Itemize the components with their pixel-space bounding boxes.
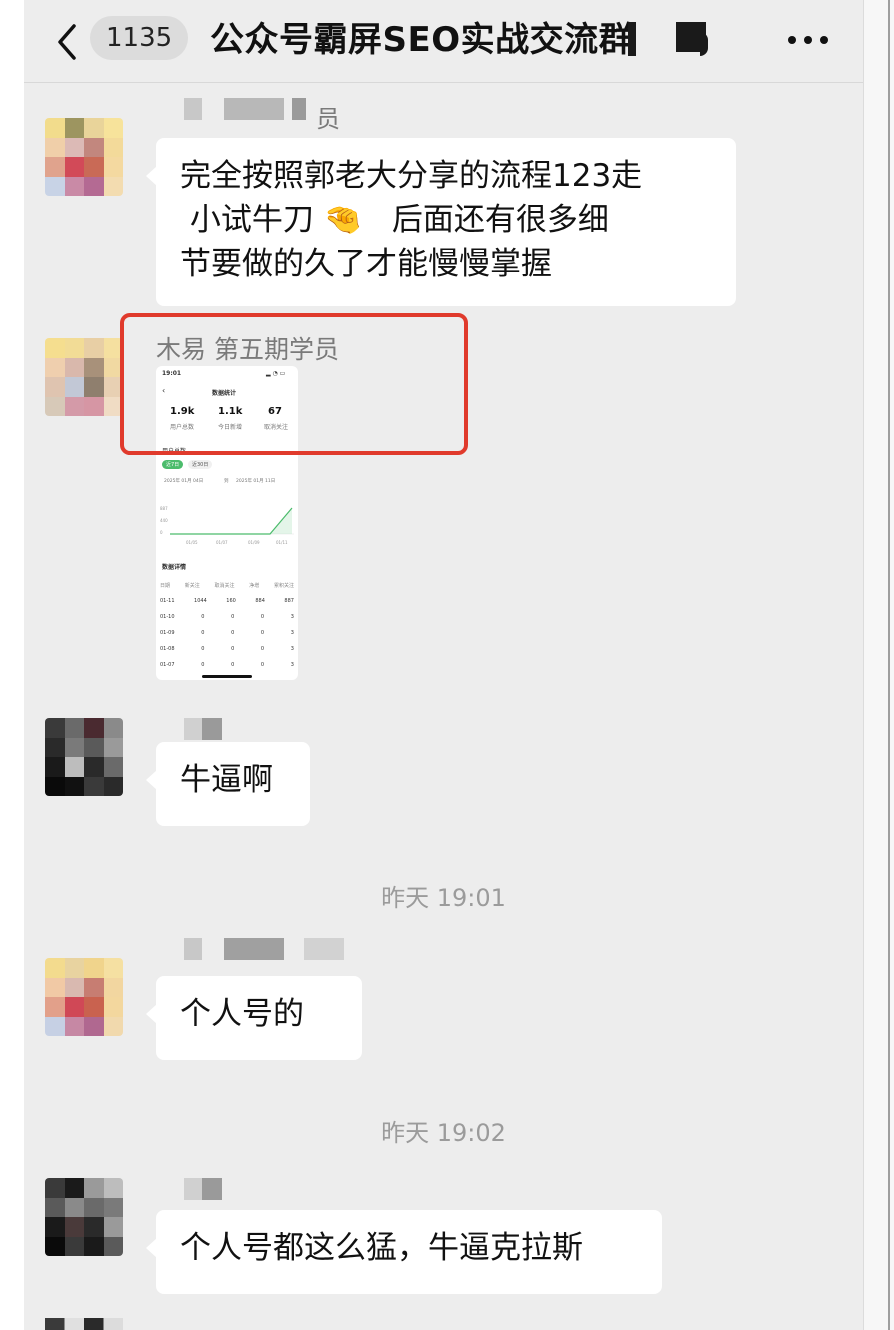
thumb-home-indicator (202, 675, 252, 678)
thumb-range-tag: 近30日 (188, 460, 213, 469)
thumb-date-end: 2025年 01月 11日 (236, 479, 276, 484)
redacted-sender-name (184, 98, 314, 120)
timestamp: 昨天 19:02 (381, 1119, 506, 1147)
message-line: 节要做的久了才能慢慢掌握 (180, 246, 552, 282)
thumb-x-tick: 01/09 (248, 540, 260, 545)
thumb-table-header: 日期 新关注 取消关注 净增 累积关注 (160, 583, 294, 589)
thumb-date-start: 2025年 01月 04日 (164, 479, 204, 484)
avatar[interactable] (45, 118, 123, 196)
thumb-table-row: 01-11 1044 160 884 887 (160, 598, 294, 604)
thumb-table-row: 01-08 0 0 0 3 (160, 646, 294, 652)
message-line: 个人号都这么猛，牛逼克拉斯 (180, 1230, 583, 1266)
chat-title: 公众号霸屏SEO实战交流群 (210, 20, 634, 60)
message-line: 个人号的 (180, 996, 304, 1032)
avatar[interactable] (45, 338, 123, 416)
redacted-title-suffix (624, 20, 714, 60)
chat-screen: 1135 公众号霸屏SEO实战交流群 员 完全按照郭老大分享的流程123走 小试… (24, 0, 863, 1330)
message-bubble[interactable]: 个人号的 (146, 976, 362, 1060)
thumb-x-tick: 01/11 (276, 540, 288, 545)
back-arrow-icon[interactable] (54, 22, 84, 62)
message-bubble[interactable]: 完全按照郭老大分享的流程123走 小试牛刀 🤏 后面还有很多细 节要做的久了才能… (146, 138, 736, 306)
thumb-y-tick: 440 (160, 518, 168, 523)
thumb-date-sep: 到 (224, 479, 229, 484)
nav-bar: 1135 公众号霸屏SEO实战交流群 (24, 0, 863, 83)
thumb-line-chart (170, 507, 294, 535)
unread-count-badge[interactable]: 1135 (90, 16, 189, 60)
device-edge-line (888, 0, 890, 1330)
sender-name: 员 (316, 105, 340, 133)
thumb-table-row: 01-07 0 0 0 3 (160, 662, 294, 668)
message-line: 牛逼啊 (180, 762, 273, 798)
message-line: 完全按照郭老大分享的流程123走 (180, 158, 643, 194)
thumb-x-tick: 01/05 (186, 540, 198, 545)
redacted-sender-name (184, 938, 374, 960)
more-options-icon[interactable] (786, 30, 830, 50)
timestamp: 昨天 19:01 (381, 884, 506, 912)
message-bubble[interactable]: 牛逼啊 (146, 742, 310, 826)
avatar-partial[interactable] (45, 1318, 123, 1330)
thumb-x-tick: 01/07 (216, 540, 228, 545)
highlight-box (120, 313, 468, 455)
thumb-table-row: 01-09 0 0 0 3 (160, 630, 294, 636)
thumb-range-tag: 近7日 (162, 460, 184, 469)
redacted-sender-name (184, 1178, 224, 1200)
thumb-table-row: 01-10 0 0 0 3 (160, 614, 294, 620)
message-bubble[interactable]: 个人号都这么猛，牛逼克拉斯 (146, 1210, 662, 1294)
avatar[interactable] (45, 718, 123, 796)
redacted-sender-name (184, 718, 224, 740)
thumb-y-tick: 887 (160, 506, 168, 511)
avatar[interactable] (45, 958, 123, 1036)
message-line: 小试牛刀 🤏 后面还有很多细 (180, 202, 609, 238)
thumb-table-title: 数据详情 (162, 564, 187, 571)
thumb-y-tick: 0 (160, 530, 163, 535)
avatar[interactable] (45, 1178, 123, 1256)
